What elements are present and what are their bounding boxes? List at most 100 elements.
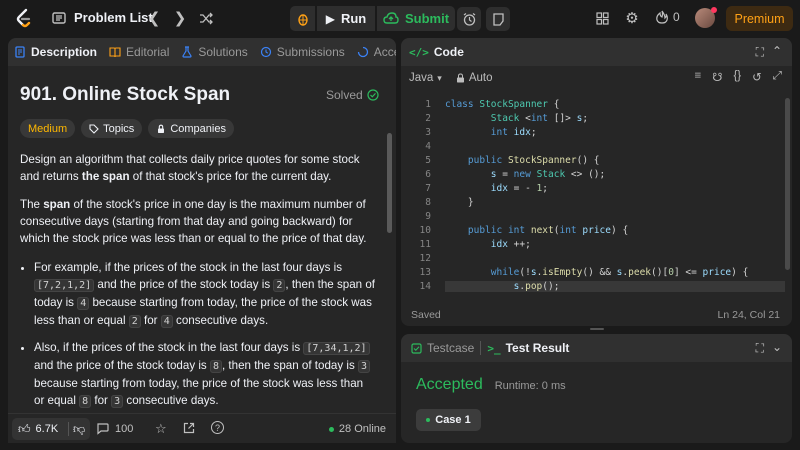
companies-chip[interactable]: Companies xyxy=(148,119,234,138)
streak-count: 0 xyxy=(673,10,680,24)
like-button[interactable]: 👍︎ 6.7K xyxy=(12,422,68,437)
tab-description-label: Description xyxy=(31,45,98,59)
collapse-button[interactable]: ⌃ xyxy=(772,44,782,58)
description-scrollbar[interactable] xyxy=(387,133,392,233)
lock-icon xyxy=(158,124,165,133)
inline-code: 4 xyxy=(77,297,90,310)
case-1-button[interactable]: Case 1 xyxy=(416,409,481,431)
language-label: Java xyxy=(409,72,434,84)
code-panel: </> Code ⛶ ⌃ Java ▾ Auto ≡ ☋ {} ↺ ⤢ 1 cla… xyxy=(401,38,792,326)
flask-icon xyxy=(182,46,192,58)
run-button[interactable]: ▶ Run xyxy=(317,6,375,31)
leetcode-logo-icon[interactable] xyxy=(14,8,34,28)
panel-resize-handle[interactable] xyxy=(590,328,604,330)
note-icon xyxy=(492,12,504,26)
comment-count: 100 xyxy=(115,422,134,435)
submit-label: Submit xyxy=(404,11,450,26)
tab-submissions[interactable]: Submissions xyxy=(254,38,351,66)
book-icon xyxy=(109,47,121,58)
line-number: 14 xyxy=(419,280,431,292)
thumbs-up-icon: 👍︎ xyxy=(18,421,31,436)
tab-testcase[interactable]: Testcase xyxy=(409,334,480,362)
code-line-current: 14 s.pop(); xyxy=(401,279,787,293)
debug-button[interactable] xyxy=(290,6,315,31)
topics-chip[interactable]: Topics xyxy=(81,119,143,138)
tab-editorial-label: Editorial xyxy=(126,45,170,59)
online-dot xyxy=(328,426,334,432)
mode-toggle[interactable]: Auto xyxy=(456,72,493,84)
question-icon: ? xyxy=(214,422,220,433)
tab-code[interactable]: </> Code xyxy=(409,38,470,66)
dislike-button[interactable]: 👎︎ xyxy=(69,422,85,437)
format-icon[interactable]: ≡ xyxy=(695,70,702,84)
reset-icon[interactable]: ↺ xyxy=(752,70,762,84)
bullet-text: consecutive days. xyxy=(172,314,269,327)
solved-indicator: Solved xyxy=(326,88,379,102)
difficulty-badge: Medium xyxy=(20,119,76,138)
alarm-clock-icon xyxy=(463,12,475,26)
timer-button[interactable] xyxy=(457,7,481,31)
share-button[interactable] xyxy=(183,422,195,437)
line-number: 9 xyxy=(425,210,431,222)
run-label: Run xyxy=(340,11,367,26)
streak-counter[interactable]: 0 xyxy=(656,10,680,24)
layout-button[interactable] xyxy=(593,9,611,27)
maximize-result-button[interactable]: ⛶ xyxy=(756,341,764,356)
lock-icon xyxy=(456,73,464,83)
para1-text-c: of that stock's price for the current da… xyxy=(129,170,332,183)
code-line: 1 class StockSpanner { xyxy=(401,97,787,111)
inline-code: 8 xyxy=(209,360,222,373)
inline-code: 2 xyxy=(128,315,141,328)
code-line: 2 Stack <int []> s; xyxy=(401,111,787,125)
star-icon: ☆ xyxy=(155,421,167,436)
code-editor[interactable]: 1 class StockSpanner { 2 Stack <int []> s… xyxy=(401,93,787,292)
problem-list-link[interactable]: Problem List xyxy=(52,10,153,25)
avatar[interactable] xyxy=(695,7,717,28)
random-problem-button[interactable] xyxy=(197,9,215,27)
tab-test-result[interactable]: >_ Test Result xyxy=(481,334,575,362)
favorite-button[interactable]: ☆ xyxy=(155,421,167,437)
notes-button[interactable] xyxy=(486,7,510,31)
chevron-right-icon: ❯ xyxy=(173,10,187,27)
collapse-result-button[interactable]: ⌄ xyxy=(772,340,782,354)
bullet-text: Also, if the prices of the stock in the … xyxy=(34,341,304,354)
checkbox-icon xyxy=(411,342,422,354)
tab-test-result-label: Test Result xyxy=(505,341,570,355)
prev-problem-button[interactable]: ❮ xyxy=(145,9,163,27)
runtime-text: Runtime: 0 ms xyxy=(494,380,566,392)
editor-scrollbar[interactable] xyxy=(785,98,790,270)
tab-accepted-label: Accep xyxy=(373,45,396,59)
tab-accepted[interactable]: Accep xyxy=(351,38,396,66)
tab-solutions[interactable]: Solutions xyxy=(175,38,253,66)
expand-icon: ⛶ xyxy=(755,341,764,355)
line-number: 10 xyxy=(419,224,431,236)
list-item: Also, if the prices of the stock in the … xyxy=(34,339,376,410)
code-line: 5 public StockSpanner() { xyxy=(401,153,787,167)
editor-toolbar: Java ▾ Auto ≡ ☋ {} ↺ ⤢ xyxy=(401,66,792,90)
inline-code: 3 xyxy=(111,395,124,408)
problem-title-text: 901. Online Stock Span xyxy=(20,84,231,105)
maximize-button[interactable]: ⛶ xyxy=(756,45,764,60)
bullet-text: , then the span of today is xyxy=(221,359,358,372)
submit-button[interactable]: Submit xyxy=(377,6,455,31)
comments-button[interactable]: 100 xyxy=(96,422,133,435)
verdict-text: Accepted xyxy=(416,376,483,393)
like-dislike-group: 👍︎ 6.7K 👎︎ xyxy=(12,418,90,440)
code-line: 10 public int next(int price) { xyxy=(401,223,787,237)
help-button[interactable]: ? xyxy=(211,421,224,434)
language-select[interactable]: Java ▾ xyxy=(409,72,442,84)
code-tabs: </> Code ⛶ ⌃ xyxy=(401,38,792,66)
next-problem-button[interactable]: ❯ xyxy=(171,9,189,27)
solved-label: Solved xyxy=(326,88,363,102)
bookmark-icon[interactable]: ☋ xyxy=(712,70,722,84)
settings-button[interactable]: ⚙ xyxy=(623,9,641,27)
braces-icon[interactable]: {} xyxy=(733,70,741,84)
inline-code: 8 xyxy=(79,395,92,408)
list-item: For example, if the prices of the stock … xyxy=(34,259,376,330)
tab-description[interactable]: Description xyxy=(8,38,103,66)
tab-editorial[interactable]: Editorial xyxy=(103,38,175,66)
bullet-text: consecutive days. xyxy=(123,394,219,407)
problem-list-label: Problem List xyxy=(74,10,153,25)
fullscreen-icon[interactable]: ⤢ xyxy=(773,70,782,84)
premium-button[interactable]: Premium xyxy=(726,6,793,31)
